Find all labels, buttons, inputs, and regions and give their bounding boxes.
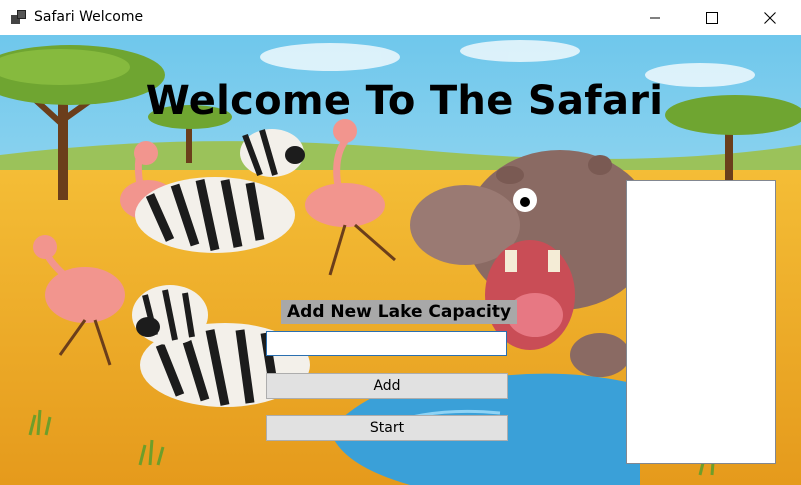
title-bar[interactable]: Safari Welcome bbox=[0, 0, 801, 35]
capacity-label: Add New Lake Capacity bbox=[281, 300, 518, 324]
close-icon bbox=[764, 11, 776, 24]
capacity-input[interactable] bbox=[266, 331, 507, 356]
start-button[interactable]: Start bbox=[266, 415, 508, 441]
welcome-heading: Welcome To The Safari bbox=[145, 78, 664, 124]
app-window: Safari Welcome Welcome To The Safari Add… bbox=[0, 0, 801, 485]
window-title: Safari Welcome bbox=[34, 9, 144, 25]
lake-capacity-list[interactable] bbox=[626, 180, 776, 464]
minimize-icon bbox=[650, 17, 660, 18]
add-button[interactable]: Add bbox=[266, 373, 508, 399]
form-client-area: Welcome To The Safari Add New Lake Capac… bbox=[0, 35, 801, 485]
minimize-button[interactable] bbox=[626, 0, 684, 35]
close-button[interactable] bbox=[741, 0, 799, 35]
maximize-button[interactable] bbox=[683, 0, 741, 35]
maximize-icon bbox=[706, 11, 718, 24]
app-icon bbox=[11, 10, 26, 24]
